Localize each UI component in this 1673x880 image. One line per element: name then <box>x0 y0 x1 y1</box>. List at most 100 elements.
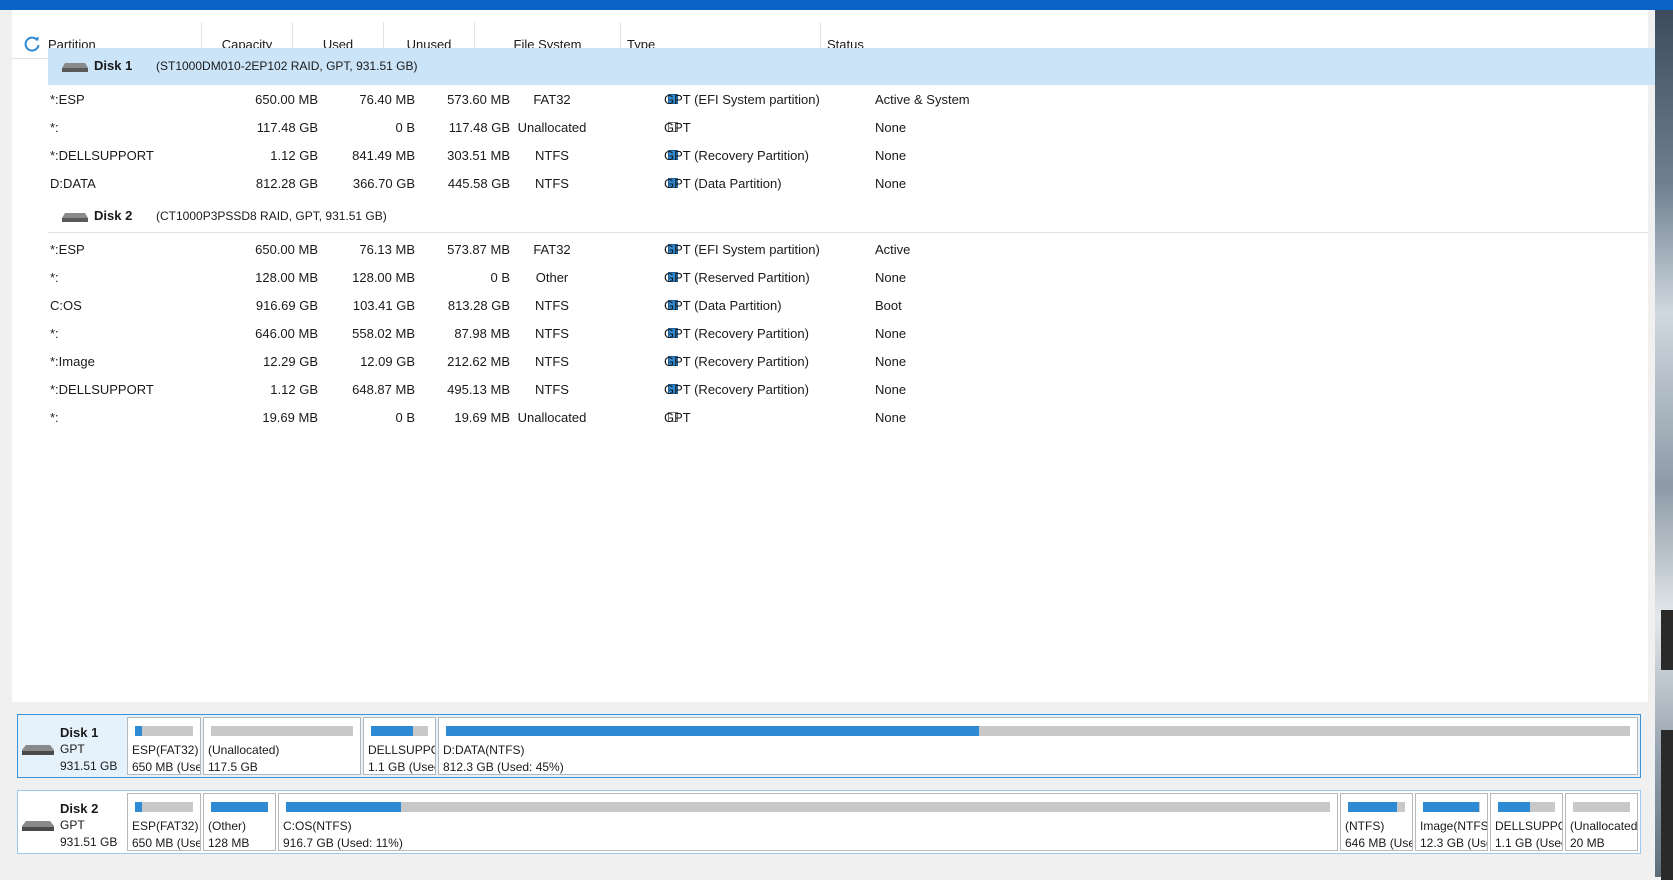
background-panel <box>1661 610 1673 670</box>
cell-used: 76.13 MB <box>359 242 415 257</box>
usage-bar <box>446 726 1630 736</box>
usage-bar-fill <box>446 726 979 736</box>
cell-file-system: NTFS <box>535 326 569 341</box>
partition-block-size: 117.5 GB <box>208 760 258 774</box>
cell-used: 648.87 MB <box>352 382 415 397</box>
cell-type: GPT (Reserved Partition) <box>664 270 810 285</box>
partition-block-label: ESP(FAT32) <box>132 743 199 757</box>
table-row[interactable]: *: 646.00 MB 558.02 MB 87.98 MB NTFS GPT… <box>12 319 1648 349</box>
partition-block[interactable]: C:OS(NTFS) 916.7 GB (Used: 11%) <box>278 793 1338 851</box>
partition-block-size: 1.1 GB (Used: 57%) <box>1495 836 1562 850</box>
disk-map-disk-2[interactable]: Disk 2 GPT 931.51 GB ESP(FAT32) 650 MB (… <box>17 790 1641 854</box>
partition-block-label: D:DATA(NTFS) <box>443 743 525 757</box>
usage-bar-fill <box>1423 802 1479 812</box>
cell-status: None <box>875 326 907 341</box>
cell-type: GPT (Data Partition) <box>664 298 782 313</box>
disk-description: (CT1000P3PSSD8 RAID, GPT, 931.51 GB) <box>156 209 387 223</box>
cell-used: 841.49 MB <box>352 148 415 163</box>
partition-block-label: (NTFS) <box>1345 819 1385 833</box>
partition-list-panel: Partition Capacity Used Unused File Syst… <box>12 10 1658 702</box>
disk-map-name: Disk 2 <box>60 801 99 816</box>
partition-block[interactable]: ESP(FAT32) 650 MB (Used: 12%) <box>127 793 201 851</box>
partition-block[interactable]: DELLSUPPORT(NTFS) 1.1 GB (Used: 57%) <box>1490 793 1563 851</box>
hard-disk-icon <box>62 63 88 72</box>
cell-capacity: 12.29 GB <box>263 354 318 369</box>
background-panel <box>1661 730 1673 880</box>
cell-file-system: NTFS <box>535 382 569 397</box>
partition-block[interactable]: DELLSUPPORT(NTFS) 1.1 GB (Used: 73%) <box>363 717 436 775</box>
partition-block[interactable]: ESP(FAT32) 650 MB (Used: 12%) <box>127 717 201 775</box>
usage-bar <box>371 726 428 736</box>
partition-block-label: (Unallocated) <box>208 743 280 757</box>
table-row[interactable]: *: 19.69 MB 0 B 19.69 MB Unallocated GPT… <box>12 403 1648 433</box>
cell-capacity: 1.12 GB <box>270 148 318 163</box>
partition-block[interactable]: (Unallocated) 117.5 GB <box>203 717 361 775</box>
table-row[interactable]: *:ESP 650.00 MB 76.40 MB 573.60 MB FAT32… <box>12 85 1648 115</box>
cell-file-system: FAT32 <box>533 242 571 257</box>
partition-block-label: (Unallocated) <box>1570 819 1638 833</box>
table-row[interactable]: C:OS 916.69 GB 103.41 GB 813.28 GB NTFS … <box>12 291 1648 321</box>
partition-block-size: 650 MB (Used: 12%) <box>132 760 200 774</box>
disk-map-table-type: GPT <box>60 818 85 832</box>
cell-used: 0 B <box>395 410 415 425</box>
table-row[interactable]: *: 128.00 MB 128.00 MB 0 B Other GPT (Re… <box>12 263 1648 293</box>
partition-block[interactable]: (NTFS) 646 MB (Used: 86%) <box>1340 793 1413 851</box>
partition-block-label: Image(NTFS) <box>1420 819 1488 833</box>
disk-map-label[interactable]: Disk 2 GPT 931.51 GB <box>18 791 118 853</box>
cell-type: GPT (Recovery Partition) <box>664 326 809 341</box>
hard-disk-icon <box>62 213 88 222</box>
cell-file-system: NTFS <box>535 298 569 313</box>
usage-bar-fill <box>371 726 413 736</box>
cell-used: 366.70 GB <box>352 176 415 191</box>
disk-map-name: Disk 1 <box>60 725 99 740</box>
partition-block[interactable]: (Other) 128 MB <box>203 793 276 851</box>
refresh-icon[interactable] <box>22 34 42 54</box>
partition-block[interactable]: (Unallocated) 20 MB <box>1565 793 1638 851</box>
usage-bar-fill <box>1348 802 1398 812</box>
cell-type: GPT (Recovery Partition) <box>664 382 809 397</box>
cell-used: 128.00 MB <box>352 270 415 285</box>
usage-bar-fill <box>135 726 142 736</box>
usage-bar-fill <box>135 802 142 812</box>
partition-block-size: 20 MB <box>1570 836 1605 850</box>
cell-capacity: 1.12 GB <box>270 382 318 397</box>
disk-map-label[interactable]: Disk 1 GPT 931.51 GB <box>18 715 118 777</box>
cell-status: None <box>875 410 907 425</box>
partition-block[interactable]: D:DATA(NTFS) 812.3 GB (Used: 45%) <box>438 717 1638 775</box>
hard-disk-icon <box>22 821 54 831</box>
cell-type: GPT <box>664 410 691 425</box>
table-row[interactable]: *:DELLSUPPORT 1.12 GB 841.49 MB 303.51 M… <box>12 141 1648 171</box>
table-row[interactable]: D:DATA 812.28 GB 366.70 GB 445.58 GB NTF… <box>12 169 1648 199</box>
cell-file-system: Unallocated <box>517 410 587 425</box>
cell-capacity: 650.00 MB <box>255 92 318 107</box>
cell-file-system: NTFS <box>535 354 569 369</box>
disk-description: (ST1000DM010-2EP102 RAID, GPT, 931.51 GB… <box>156 59 418 73</box>
disk-map-disk-1[interactable]: Disk 1 GPT 931.51 GB ESP(FAT32) 650 MB (… <box>17 714 1641 778</box>
usage-bar <box>1573 802 1630 812</box>
usage-bar <box>1348 802 1405 812</box>
table-row[interactable]: *:ESP 650.00 MB 76.13 MB 573.87 MB FAT32… <box>12 235 1648 265</box>
partition-block-label: DELLSUPPORT(NTFS) <box>368 743 435 757</box>
cell-status: None <box>875 270 907 285</box>
cell-status: Active <box>875 242 911 257</box>
cell-partition: *: <box>50 326 59 341</box>
usage-bar <box>1423 802 1480 812</box>
cell-file-system: NTFS <box>535 148 569 163</box>
partition-block-label: (Other) <box>208 819 247 833</box>
cell-status: Boot <box>875 298 902 313</box>
cell-status: Active & System <box>875 92 970 107</box>
table-row[interactable]: *:DELLSUPPORT 1.12 GB 648.87 MB 495.13 M… <box>12 375 1648 405</box>
cell-capacity: 650.00 MB <box>255 242 318 257</box>
cell-type: GPT (Recovery Partition) <box>664 354 809 369</box>
table-row[interactable]: *:Image 12.29 GB 12.09 GB 212.62 MB NTFS… <box>12 347 1648 377</box>
partition-block-label: DELLSUPPORT(NTFS) <box>1495 819 1562 833</box>
cell-type: GPT (Data Partition) <box>664 176 782 191</box>
table-row[interactable]: *: 117.48 GB 0 B 117.48 GB Unallocated G… <box>12 113 1648 143</box>
disk-row-disk-1[interactable]: Disk 1 (ST1000DM010-2EP102 RAID, GPT, 93… <box>48 48 1658 85</box>
title-bar-strip <box>0 0 1673 10</box>
disk-name: Disk 1 <box>94 58 133 73</box>
partition-block[interactable]: Image(NTFS) 12.3 GB (Used: 98%) <box>1415 793 1488 851</box>
disk-row-disk-2[interactable]: Disk 2 (CT1000P3PSSD8 RAID, GPT, 931.51 … <box>48 198 1658 235</box>
usage-bar <box>1498 802 1555 812</box>
cell-capacity: 812.28 GB <box>255 176 318 191</box>
